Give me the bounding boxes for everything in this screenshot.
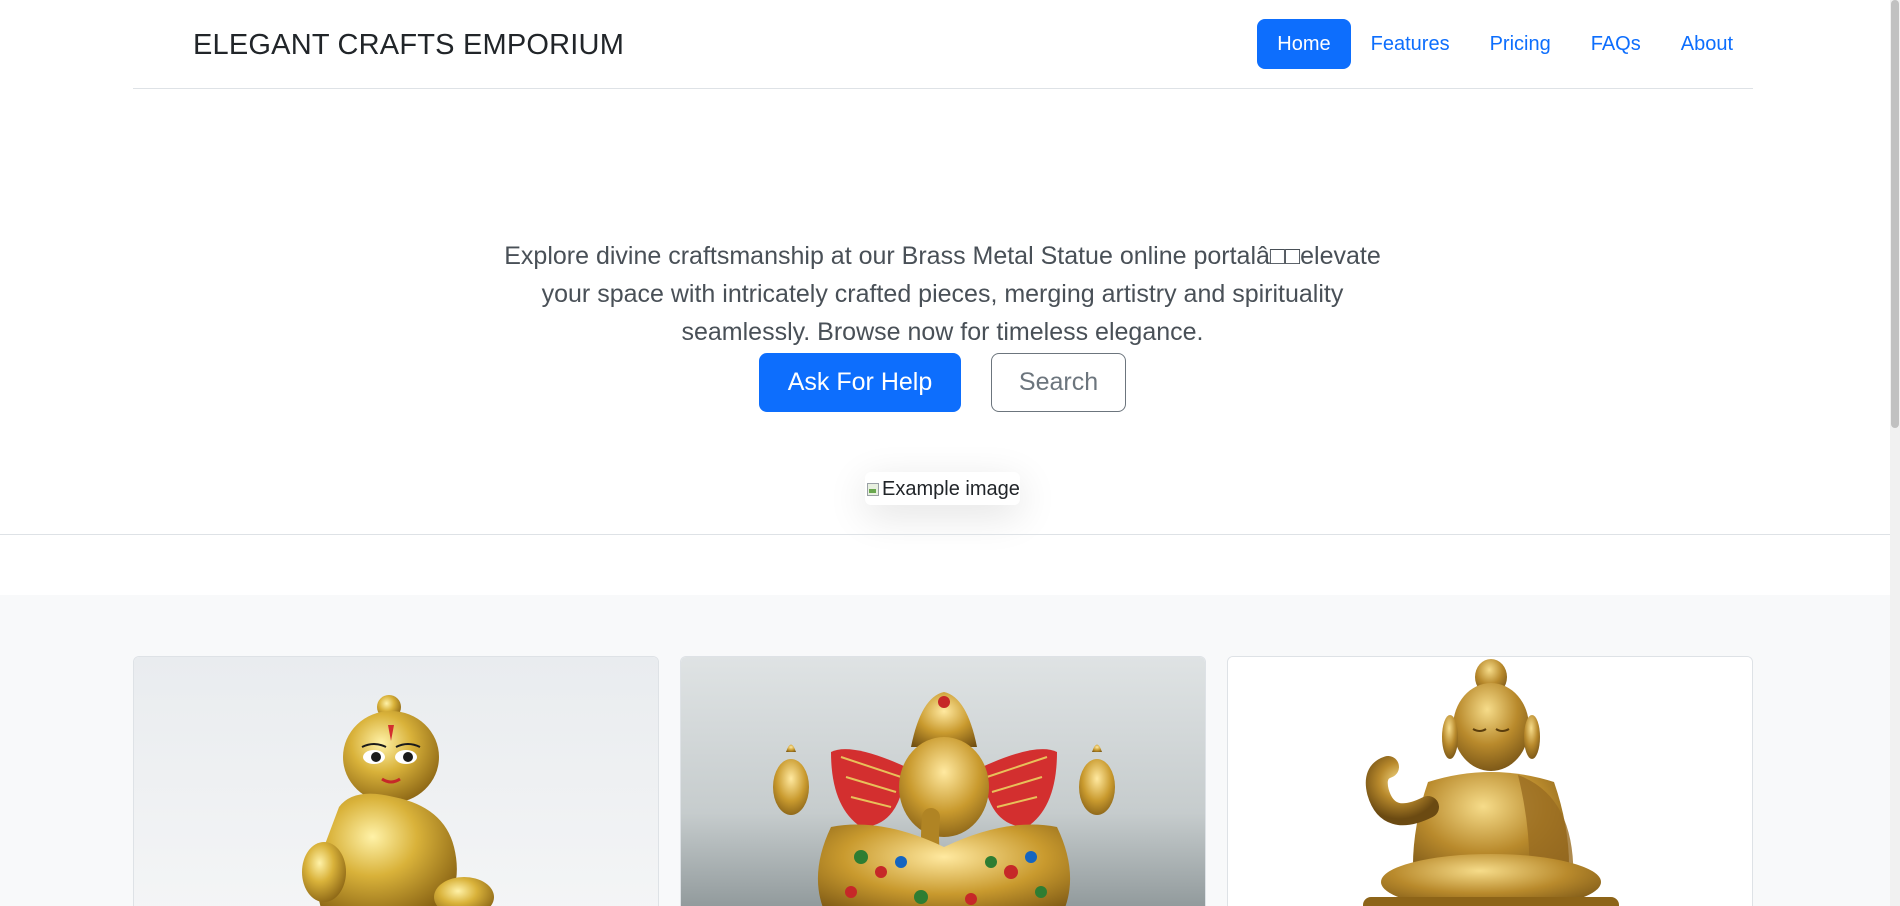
product-card-ganesha[interactable] (680, 656, 1206, 906)
brass-buddha-statue-image (1228, 657, 1752, 906)
nav-home-link[interactable]: Home (1257, 19, 1351, 69)
nav-features-link[interactable]: Features (1351, 19, 1470, 69)
brass-krishna-statue-image (134, 657, 658, 906)
hero-description: Explore divine craftsmanship at our Bras… (504, 242, 1381, 346)
nav-about-link[interactable]: About (1661, 19, 1753, 69)
brand-name[interactable]: ELEGANT CRAFTS EMPORIUM (193, 28, 624, 62)
scrollbar-thumb[interactable] (1891, 0, 1899, 428)
hero-image-placeholder: Example image (865, 472, 1020, 505)
ask-for-help-button[interactable]: Ask For Help (759, 353, 961, 412)
product-card-krishna[interactable] (133, 656, 659, 906)
nav-faqs-link[interactable]: FAQs (1571, 19, 1661, 69)
nav-pricing-link[interactable]: Pricing (1470, 19, 1571, 69)
search-button[interactable]: Search (991, 353, 1126, 412)
product-card-buddha[interactable] (1227, 656, 1753, 906)
broken-image-icon (865, 481, 881, 497)
main-nav: Home Features Pricing FAQs About (1257, 19, 1753, 69)
hero-image-alt-text: Example image (882, 477, 1020, 500)
brass-ganesha-statue-image (681, 657, 1205, 906)
hero-divider (0, 534, 1890, 535)
page-scrollbar[interactable] (1890, 0, 1900, 906)
page: ELEGANT CRAFTS EMPORIUM Home Features Pr… (0, 0, 1900, 906)
site-header: ELEGANT CRAFTS EMPORIUM Home Features Pr… (133, 0, 1753, 89)
